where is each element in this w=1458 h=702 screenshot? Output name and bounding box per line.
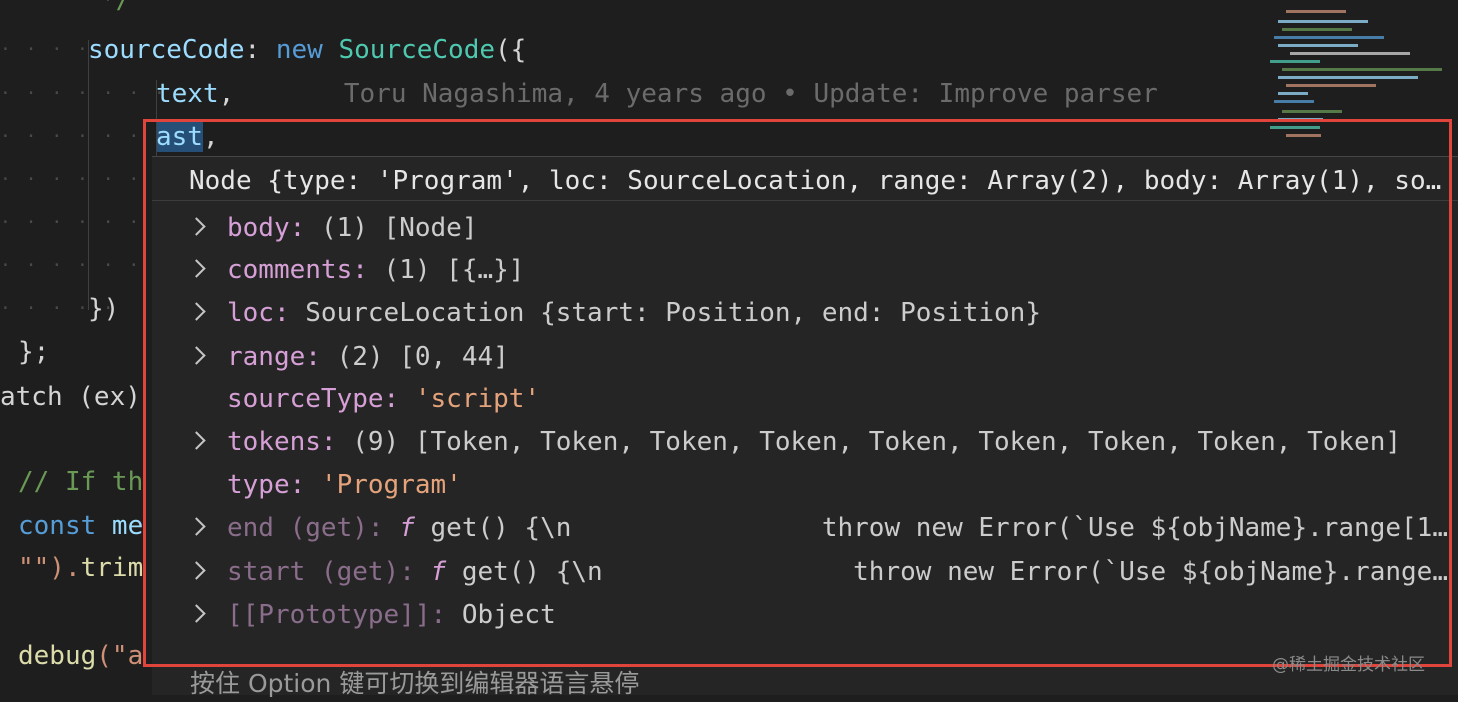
watermark: @稀土掘金技术社区 bbox=[1272, 655, 1425, 675]
code-token: // If th bbox=[18, 467, 144, 497]
code-token: new bbox=[275, 35, 323, 65]
code-line[interactable]: sourceCode: new SourceCode({ bbox=[88, 28, 526, 72]
code-token: sourceCode bbox=[88, 35, 245, 65]
code-token: */ bbox=[100, 0, 132, 15]
code-token: text bbox=[156, 79, 219, 109]
minimap-line bbox=[1282, 28, 1352, 31]
minimap-line bbox=[1278, 20, 1368, 23]
code-line[interactable]: }; bbox=[18, 330, 49, 374]
code-token: ("a bbox=[96, 641, 144, 671]
code-line[interactable]: atch (ex) bbox=[0, 375, 141, 419]
indent-whitespace: · · · · · bbox=[0, 0, 116, 22]
code-token: SourceCode bbox=[338, 35, 496, 65]
code-token: const bbox=[18, 511, 97, 541]
minimap-line bbox=[1282, 110, 1342, 113]
code-line[interactable]: // If th bbox=[18, 460, 143, 504]
minimap-line bbox=[1286, 10, 1346, 13]
code-token: ""). bbox=[18, 553, 81, 583]
minimap-line bbox=[1278, 76, 1418, 79]
code-line[interactable]: debug("a bbox=[18, 634, 143, 678]
minimap-line bbox=[1274, 36, 1384, 39]
minimap-line bbox=[1278, 44, 1358, 47]
code-token: }; bbox=[18, 337, 50, 367]
code-token: ({ bbox=[495, 35, 527, 65]
code-token: : bbox=[244, 35, 276, 65]
minimap-line bbox=[1282, 68, 1442, 71]
code-line[interactable]: "").trim bbox=[18, 546, 143, 590]
code-token: atch (ex) bbox=[0, 382, 141, 412]
code-line[interactable]: }) bbox=[88, 287, 119, 331]
indent-guide bbox=[88, 40, 89, 310]
code-token: }) bbox=[88, 294, 120, 324]
code-token: trim bbox=[80, 553, 144, 583]
minimap-line bbox=[1274, 100, 1314, 103]
code-line[interactable]: const me bbox=[18, 504, 143, 548]
code-token: , bbox=[218, 79, 235, 109]
minimap-line bbox=[1290, 52, 1410, 55]
code-token: me bbox=[96, 511, 144, 541]
minimap-line bbox=[1286, 84, 1376, 87]
git-blame-annotation: Toru Nagashima, 4 years ago • Update: Im… bbox=[234, 79, 1158, 109]
minimap-line bbox=[1270, 60, 1320, 63]
code-line[interactable]: text, Toru Nagashima, 4 years ago • Upda… bbox=[156, 72, 1158, 116]
minimap-line bbox=[1278, 92, 1308, 95]
hover-footer-hint: 按住 Option 键可切换到编辑器语言悬停 bbox=[190, 669, 640, 698]
code-line[interactable]: */ bbox=[100, 0, 131, 22]
annotation-highlight-box bbox=[143, 119, 1452, 667]
code-token: debug bbox=[18, 641, 97, 671]
